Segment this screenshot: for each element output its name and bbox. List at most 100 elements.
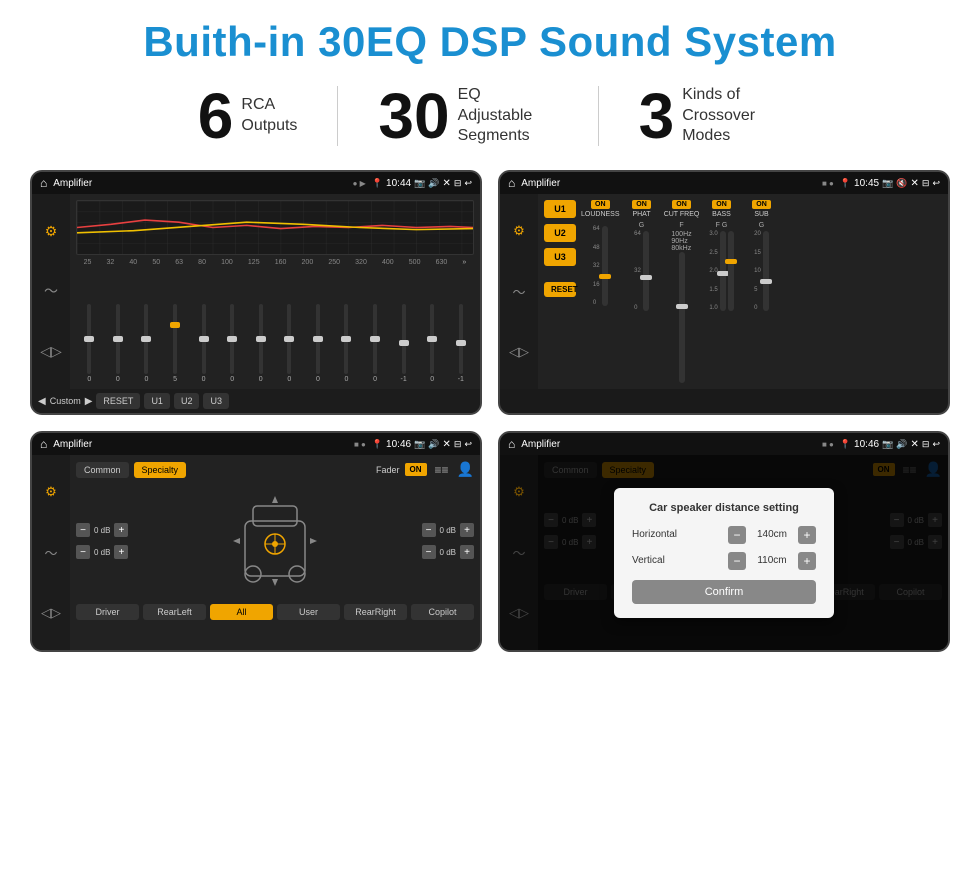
btn-rearright[interactable]: RearRight: [344, 604, 407, 620]
knob3-value: 0 dB: [440, 526, 456, 535]
fader-close-icon: ✕: [443, 439, 451, 450]
amp2-reset-btn[interactable]: RESET: [544, 282, 576, 297]
knob3-minus[interactable]: −: [422, 523, 436, 537]
camera-icon: 📷: [414, 178, 425, 189]
fader-location-icon: 📍: [372, 439, 383, 450]
freq-50: 50: [152, 259, 160, 266]
slider-9: 0: [305, 304, 332, 383]
eq-app-title: Amplifier: [53, 178, 346, 189]
knob4-plus[interactable]: +: [460, 545, 474, 559]
dialog-dot-icons: ■ ●: [822, 440, 834, 449]
amp2-close-icon: ✕: [911, 178, 919, 189]
knob-row-4: − 0 dB +: [422, 545, 474, 559]
freq-40: 40: [129, 259, 137, 266]
car-diagram: [138, 486, 411, 596]
knob4-value: 0 dB: [440, 548, 456, 557]
knob2-plus[interactable]: +: [114, 545, 128, 559]
btn-rearleft[interactable]: RearLeft: [143, 604, 206, 620]
fader-filter-icon[interactable]: ⚙: [45, 484, 57, 500]
dialog-home-icon[interactable]: ⌂: [508, 437, 515, 451]
dialog-status-icons: 📍 10:46 📷 🔊 ✕ ⊟ ↩: [840, 439, 940, 450]
sub-on-badge[interactable]: ON: [752, 200, 771, 209]
dialog-time: 10:46: [854, 439, 879, 450]
stat-crossover: 3 Kinds ofCrossover Modes: [599, 84, 823, 148]
eq-filter-icon[interactable]: ⚙: [45, 223, 58, 240]
bass-on-badge[interactable]: ON: [712, 200, 731, 209]
dialog-vertical-plus[interactable]: +: [798, 552, 816, 570]
btn-user[interactable]: User: [277, 604, 340, 620]
fader-screen: ⌂ Amplifier ■ ● 📍 10:46 📷 🔊 ✕ ⊟ ↩ ⚙ 〜 ◁▷: [30, 431, 482, 652]
close-icon: ✕: [443, 178, 451, 189]
location-icon: 📍: [372, 178, 383, 189]
amp2-vol-icon: 🔇: [896, 178, 907, 189]
amp2-wave-icon[interactable]: 〜: [512, 282, 525, 301]
cutfreq-freq: 100Hz90Hz80kHz: [671, 231, 691, 252]
knob3-plus[interactable]: +: [460, 523, 474, 537]
fader-app-title: Amplifier: [53, 439, 348, 450]
stat-rca-label: RCAOutputs: [241, 95, 297, 137]
fader-bars-icon: ≡≡: [435, 463, 449, 477]
amp2-home-icon[interactable]: ⌂: [508, 176, 515, 190]
amp2-main: U1 U2 U3 RESET ON LOUDNESS: [538, 194, 948, 389]
btn-all[interactable]: All: [210, 604, 273, 620]
amp2-content: ⚙ 〜 ◁▷ U1 U2 U3 RESET: [500, 194, 948, 389]
knob1-plus[interactable]: +: [114, 523, 128, 537]
expand-icon[interactable]: »: [462, 259, 466, 266]
btn-copilot[interactable]: Copilot: [411, 604, 474, 620]
fader-main: Common Specialty Fader ON ≡≡ 👤 − 0 dB: [70, 455, 480, 650]
tab-specialty[interactable]: Specialty: [134, 462, 187, 478]
fader-on-toggle[interactable]: ON: [405, 463, 427, 476]
fader-home-icon[interactable]: ⌂: [40, 437, 47, 451]
knob2-minus[interactable]: −: [76, 545, 90, 559]
eq-u3-btn[interactable]: U3: [203, 393, 229, 409]
amp2-vol-sidebar-icon[interactable]: ◁▷: [509, 344, 529, 360]
dialog-camera-icon: 📷: [882, 439, 893, 450]
home-icon[interactable]: ⌂: [40, 176, 47, 190]
eq-u1-btn[interactable]: U1: [144, 393, 170, 409]
slider-3: 0: [133, 304, 160, 383]
dialog-overlay: Car speaker distance setting Horizontal …: [500, 455, 948, 650]
freq-320: 320: [355, 259, 367, 266]
eq-volume-icon[interactable]: ◁▷: [40, 343, 62, 360]
eq-main: 25 32 40 50 63 80 100 125 160 200 250 32…: [70, 194, 480, 389]
btn-driver[interactable]: Driver: [76, 604, 139, 620]
fader-wave-icon[interactable]: 〜: [44, 543, 57, 562]
bass-sub: F G: [716, 222, 728, 229]
phat-on-badge[interactable]: ON: [632, 200, 651, 209]
cutfreq-on-badge[interactable]: ON: [672, 200, 691, 209]
eq-prev-icon[interactable]: ◀: [38, 396, 46, 407]
u1-button[interactable]: U1: [544, 200, 576, 218]
dialog-close-icon: ✕: [911, 439, 919, 450]
fader-sidebar: ⚙ 〜 ◁▷: [32, 455, 70, 650]
eq-u2-btn[interactable]: U2: [174, 393, 200, 409]
stats-row: 6 RCAOutputs 30 EQ AdjustableSegments 3 …: [30, 84, 950, 148]
knob4-minus[interactable]: −: [422, 545, 436, 559]
confirm-button[interactable]: Confirm: [632, 580, 816, 604]
eq-reset-btn[interactable]: RESET: [96, 393, 140, 409]
eq-next-icon[interactable]: ▶: [85, 396, 93, 407]
u3-button[interactable]: U3: [544, 248, 576, 266]
dialog-vertical-minus[interactable]: −: [728, 552, 746, 570]
dialog-horizontal-minus[interactable]: −: [728, 526, 746, 544]
u2-button[interactable]: U2: [544, 224, 576, 242]
freq-160: 160: [275, 259, 287, 266]
freq-500: 500: [409, 259, 421, 266]
dialog-vertical-value: 110cm: [752, 555, 792, 566]
fader-user-icon[interactable]: 👤: [457, 461, 474, 478]
fader-vol-sidebar[interactable]: ◁▷: [41, 605, 61, 621]
fader-bottom-btns: Driver RearLeft All User RearRight Copil…: [76, 604, 474, 620]
fader-content: ⚙ 〜 ◁▷ Common Specialty Fader ON ≡≡ 👤: [32, 455, 480, 650]
dialog-status-bar: ⌂ Amplifier ■ ● 📍 10:46 📷 🔊 ✕ ⊟ ↩: [500, 433, 948, 455]
dialog-vertical-row: Vertical − 110cm +: [632, 552, 816, 570]
knob1-minus[interactable]: −: [76, 523, 90, 537]
dialog-horizontal-plus[interactable]: +: [798, 526, 816, 544]
page-title: Buith-in 30EQ DSP Sound System: [30, 18, 950, 66]
slider-6: 0: [219, 304, 246, 383]
amp2-camera-icon: 📷: [882, 178, 893, 189]
amp2-filter-icon[interactable]: ⚙: [513, 223, 525, 239]
eq-status-icons: 📍 10:44 📷 🔊 ✕ ⊟ ↩: [372, 178, 472, 189]
tab-common[interactable]: Common: [76, 462, 129, 478]
eq-wave-icon[interactable]: 〜: [44, 281, 58, 301]
loudness-on-badge[interactable]: ON: [591, 200, 610, 209]
freq-80: 80: [198, 259, 206, 266]
